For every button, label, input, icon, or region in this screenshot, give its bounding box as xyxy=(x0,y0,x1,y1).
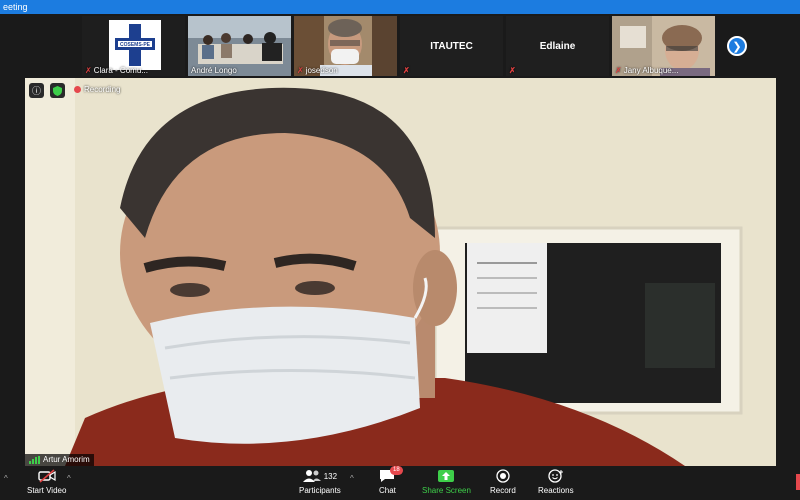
participant-name: André Longo xyxy=(191,66,237,75)
participant-tile[interactable]: ITAUTEC ✗ xyxy=(400,16,503,76)
chat-unread-badge: 18 xyxy=(390,466,403,475)
participant-gallery: COSEMS-PE ✗ Clara - Comu... André Longo xyxy=(0,14,800,78)
speaker-name-label: Artur Amorim xyxy=(25,454,94,466)
mic-muted-icon: ✗ xyxy=(615,66,622,75)
meeting-toolbar: ^ Start Video ^ 132 Participants ^ 18 Ch… xyxy=(0,466,800,500)
end-meeting-button-edge[interactable] xyxy=(796,474,800,490)
window-title-bar: eeting xyxy=(0,0,800,14)
chat-button[interactable]: 18 Chat xyxy=(379,466,403,495)
participants-icon xyxy=(302,470,321,482)
speaker-video-frame xyxy=(25,78,776,466)
chevron-up-icon[interactable]: ^ xyxy=(4,474,8,483)
reactions-button[interactable]: Reactions xyxy=(538,469,574,495)
active-speaker-video xyxy=(25,78,776,466)
participant-name: ✗ josedson xyxy=(297,66,338,75)
signal-strength-icon xyxy=(29,456,40,464)
share-screen-button[interactable]: Share Screen xyxy=(422,469,471,495)
mic-muted-icon: ✗ xyxy=(85,66,92,75)
share-screen-icon xyxy=(438,470,455,482)
video-off-icon xyxy=(38,469,56,483)
participant-display-name: Edlaine xyxy=(539,40,576,52)
meeting-info-icon[interactable]: ⓘ xyxy=(29,83,44,98)
chevron-up-icon[interactable]: ^ xyxy=(350,474,354,483)
chevron-right-icon[interactable]: ❯ xyxy=(727,36,747,56)
participant-name: ✗ Jany Albuque... xyxy=(615,66,679,75)
mic-muted-icon: ✗ xyxy=(403,66,410,75)
participant-tile[interactable]: COSEMS-PE ✗ Clara - Comu... xyxy=(82,16,185,76)
participant-name: ✗ Clara - Comu... xyxy=(85,66,148,75)
record-dot-icon xyxy=(74,86,81,93)
participant-tile[interactable]: ✗ josedson xyxy=(294,16,397,76)
participant-tile[interactable]: Edlaine ✗ xyxy=(506,16,609,76)
participant-tile[interactable]: André Longo xyxy=(188,16,291,76)
participant-count: 132 xyxy=(323,471,338,481)
recording-indicator[interactable]: Recording xyxy=(74,85,120,94)
participant-name: ✗ xyxy=(509,66,516,75)
reaction-smiley-icon xyxy=(548,469,563,483)
participant-display-name: ITAUTEC xyxy=(430,40,473,52)
participants-button[interactable]: 132 Participants xyxy=(299,469,341,495)
record-icon xyxy=(496,469,510,483)
participant-tile[interactable]: ✗ Jany Albuque... xyxy=(612,16,715,76)
logo-text: COSEMS-PE xyxy=(120,42,151,48)
window-title: eeting xyxy=(3,2,28,12)
start-video-button[interactable]: Start Video xyxy=(27,469,66,495)
shield-icon[interactable] xyxy=(50,83,65,98)
mic-muted-icon: ✗ xyxy=(297,66,304,75)
record-button[interactable]: Record xyxy=(490,469,516,495)
mic-muted-icon: ✗ xyxy=(509,66,516,75)
participant-name: ✗ xyxy=(403,66,410,75)
chevron-up-icon[interactable]: ^ xyxy=(67,474,71,483)
